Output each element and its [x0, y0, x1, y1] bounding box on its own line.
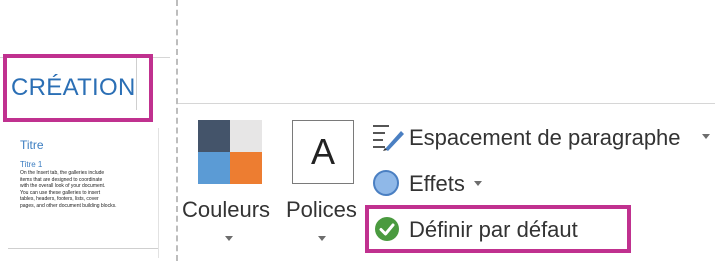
- effects-chevron-down-icon[interactable]: [474, 181, 482, 186]
- colors-chevron-down-icon[interactable]: [225, 236, 233, 241]
- fonts-icon[interactable]: A: [292, 120, 354, 184]
- effects-icon[interactable]: [373, 170, 399, 196]
- colors-swatch-icon[interactable]: [198, 120, 262, 184]
- swatch-color: [230, 120, 262, 152]
- paragraph-spacing-icon[interactable]: [371, 123, 405, 153]
- thumbnail-line: pages, and other document building block…: [20, 202, 117, 209]
- tab-creation[interactable]: CRÉATION: [3, 54, 153, 122]
- swatch-color: [198, 120, 230, 152]
- paragraph-spacing-chevron-down-icon[interactable]: [702, 134, 710, 139]
- thumbnail-body: On the Insert tab, the galleries include…: [20, 170, 148, 209]
- tab-edge: [136, 58, 137, 110]
- design-tab-panel: CRÉATION Titre Titre 1 On the Insert tab…: [0, 0, 170, 261]
- thumbnail-title: Titre: [20, 138, 44, 152]
- paragraph-spacing-button[interactable]: Espacement de paragraphe: [409, 125, 681, 151]
- fonts-chevron-down-icon[interactable]: [318, 236, 326, 241]
- checkmark-icon[interactable]: [375, 217, 399, 241]
- ribbon-top-border: [178, 103, 715, 104]
- tab-creation-label: CRÉATION: [11, 74, 136, 101]
- fonts-button-label[interactable]: Polices: [286, 197, 357, 223]
- set-default-button[interactable]: Définir par défaut: [409, 217, 578, 243]
- effects-button[interactable]: Effets: [409, 171, 465, 197]
- thumbnail-divider: [8, 248, 158, 249]
- fonts-preview-letter: A: [310, 131, 335, 172]
- swatch-color: [230, 152, 262, 184]
- swatch-color: [198, 152, 230, 184]
- style-set-thumbnail[interactable]: Titre Titre 1 On the Insert tab, the gal…: [8, 128, 159, 258]
- colors-button-label[interactable]: Couleurs: [182, 197, 270, 223]
- pane-divider: [176, 0, 178, 261]
- thumbnail-heading: Titre 1: [20, 160, 43, 169]
